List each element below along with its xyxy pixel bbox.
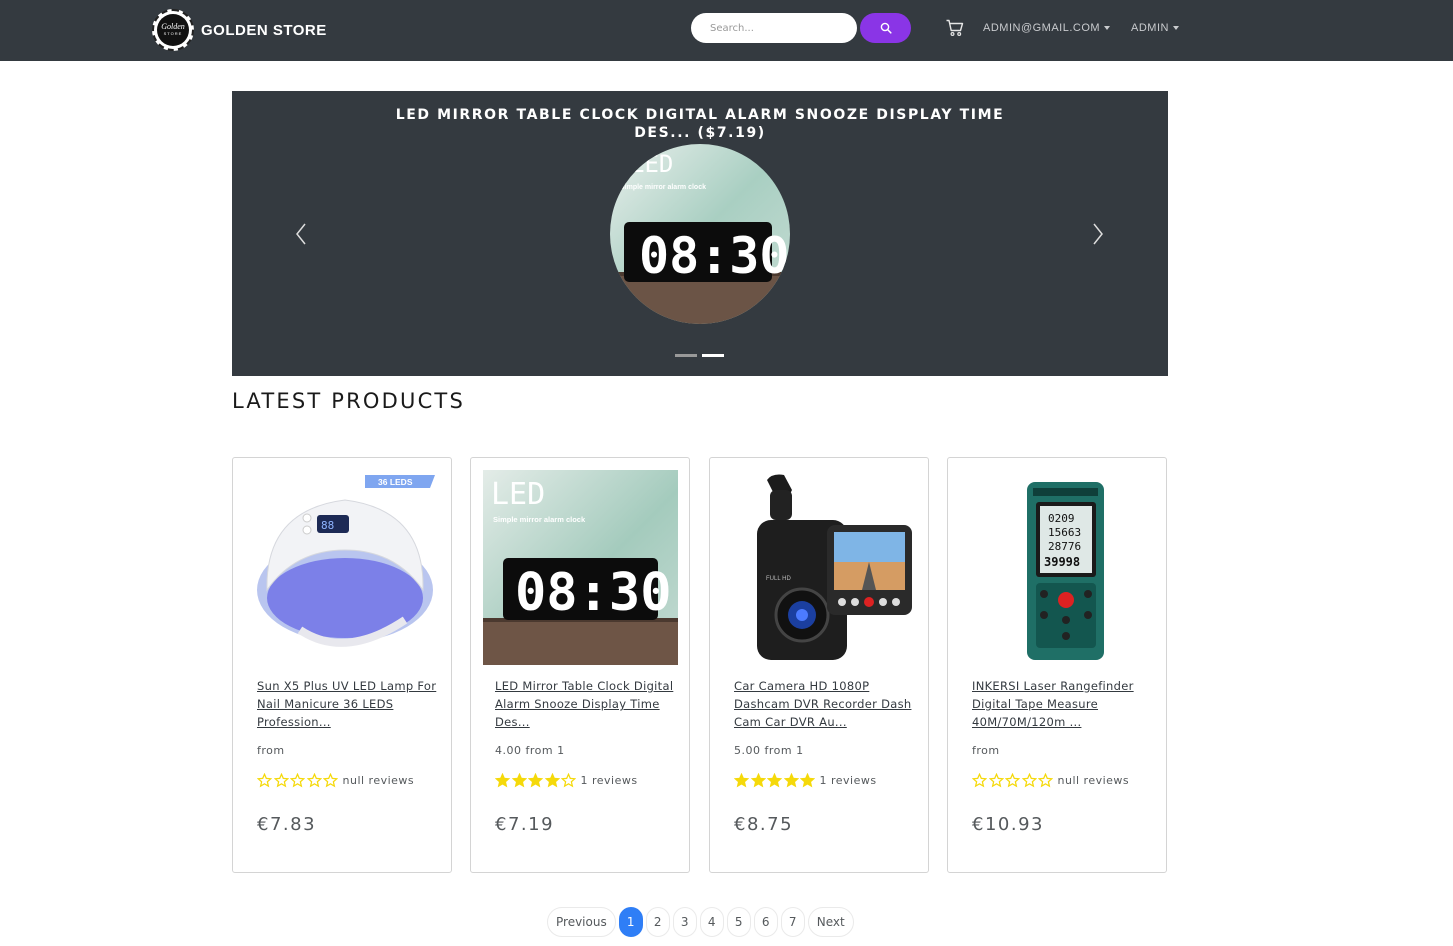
product-card: 36 LEDS 88 Sun X5 Plus UV LED Lamp For N… — [232, 457, 452, 873]
brand-link[interactable]: Golden STORE GOLDEN STORE — [152, 8, 327, 52]
review-count: 1 reviews — [580, 774, 638, 787]
product-card: FULL HD Car Camera HD 1080P Dashcam DVR … — [709, 457, 929, 873]
brand-logo: Golden STORE — [152, 9, 194, 51]
product-card: 0209 15663 28776 39998 INKERSI Laser Ran… — [947, 457, 1167, 873]
chevron-down-icon — [1104, 26, 1111, 30]
carousel-caption[interactable]: LED MIRROR TABLE CLOCK DIGITAL ALARM SNO… — [372, 106, 1028, 142]
search-input[interactable] — [691, 13, 857, 43]
star-filled-icon — [783, 773, 799, 788]
svg-text:Simple mirror alarm clock: Simple mirror alarm clock — [620, 184, 706, 191]
review-count: 1 reviews — [819, 774, 877, 787]
product-card: LED Simple mirror alarm clock 08:30 LED … — [470, 457, 690, 873]
rating-stars: 1 reviews — [734, 773, 877, 788]
rating-stars: null reviews — [257, 773, 414, 788]
pagination-page-7[interactable]: 7 — [780, 907, 805, 937]
rating-summary: from — [257, 744, 285, 757]
logo-text: Golden — [161, 22, 185, 31]
star-empty-icon — [561, 773, 576, 788]
star-empty-icon — [257, 773, 272, 788]
logo-subtext: STORE — [163, 31, 183, 36]
svg-text:08:30: 08:30 — [639, 227, 790, 285]
pagination-page-4[interactable]: 4 — [699, 907, 724, 937]
product-image[interactable]: 36 LEDS 88 — [245, 470, 440, 665]
pagination: Previous 1 2 3 4 5 6 7 Next — [547, 906, 857, 938]
svg-text:36 LEDS: 36 LEDS — [378, 477, 413, 487]
product-price: €8.75 — [734, 814, 794, 835]
pagination-next-button[interactable]: Next — [807, 907, 854, 937]
carousel-indicator[interactable] — [675, 354, 697, 357]
pagination-previous-button[interactable]: Previous — [547, 907, 616, 937]
carousel-indicator-active[interactable] — [702, 354, 724, 357]
user-menu-label: ADMIN@GMAIL.COM — [983, 22, 1101, 34]
admin-menu-dropdown[interactable]: ADMIN — [1131, 22, 1179, 34]
svg-text:LED: LED — [491, 477, 545, 512]
brand-name: GOLDEN STORE — [201, 21, 327, 39]
star-empty-icon — [273, 773, 289, 788]
product-title-link[interactable]: LED Mirror Table Clock Digital Alarm Sno… — [495, 677, 675, 731]
star-filled-icon — [528, 773, 543, 788]
svg-text:Simple mirror alarm clock: Simple mirror alarm clock — [493, 515, 586, 524]
rating-summary: 5.00 from 1 — [734, 744, 804, 757]
top-navbar: Golden STORE GOLDEN STORE ADMIN@GMAIL.CO… — [0, 0, 1453, 61]
star-empty-icon — [306, 773, 322, 788]
product-image[interactable]: LED Simple mirror alarm clock 08:30 — [483, 470, 678, 665]
product-price: €7.19 — [495, 814, 555, 835]
pagination-page-2[interactable]: 2 — [645, 907, 670, 937]
svg-text:LED: LED — [630, 150, 673, 178]
carousel-next-icon[interactable] — [1087, 221, 1107, 247]
svg-text:88: 88 — [321, 519, 334, 532]
carousel-product-image[interactable]: LED Simple mirror alarm clock 08:30 — [610, 144, 790, 324]
review-count: null reviews — [1057, 774, 1130, 787]
svg-text:FULL HD: FULL HD — [766, 576, 791, 582]
product-carousel: LED MIRROR TABLE CLOCK DIGITAL ALARM SNO… — [232, 91, 1168, 376]
star-empty-icon — [988, 773, 1004, 788]
star-empty-icon — [1038, 773, 1053, 788]
search-button[interactable] — [860, 13, 911, 43]
svg-text:39998: 39998 — [1044, 555, 1080, 569]
product-title-link[interactable]: Car Camera HD 1080P Dashcam DVR Recorder… — [734, 677, 914, 731]
rating-stars: 1 reviews — [495, 773, 638, 788]
product-image[interactable]: 0209 15663 28776 39998 — [960, 470, 1155, 665]
cart-icon[interactable] — [945, 18, 965, 38]
rating-stars: null reviews — [972, 773, 1129, 788]
carousel-indicators — [675, 354, 724, 357]
pagination-page-1[interactable]: 1 — [618, 907, 643, 937]
star-filled-icon — [800, 773, 815, 788]
pagination-page-6[interactable]: 6 — [753, 907, 778, 937]
rating-summary: 4.00 from 1 — [495, 744, 565, 757]
admin-menu-label: ADMIN — [1131, 22, 1169, 34]
star-filled-icon — [544, 773, 560, 788]
star-filled-icon — [495, 773, 510, 788]
product-price: €10.93 — [972, 814, 1044, 835]
star-filled-icon — [767, 773, 782, 788]
product-title-link[interactable]: INKERSI Laser Rangefinder Digital Tape M… — [972, 677, 1152, 731]
review-count: null reviews — [342, 774, 415, 787]
product-image[interactable]: FULL HD — [722, 470, 917, 665]
star-empty-icon — [323, 773, 338, 788]
star-filled-icon — [511, 773, 527, 788]
product-title-link[interactable]: Sun X5 Plus UV LED Lamp For Nail Manicur… — [257, 677, 437, 731]
star-empty-icon — [1021, 773, 1037, 788]
chevron-down-icon — [1172, 26, 1179, 30]
star-filled-icon — [750, 773, 766, 788]
product-price: €7.83 — [257, 814, 317, 835]
rating-summary: from — [972, 744, 1000, 757]
svg-text:15663: 15663 — [1048, 526, 1081, 539]
star-empty-icon — [290, 773, 305, 788]
star-empty-icon — [1005, 773, 1020, 788]
section-title: LATEST PRODUCTS — [232, 389, 465, 413]
svg-text:0209: 0209 — [1048, 512, 1075, 525]
pagination-page-5[interactable]: 5 — [726, 907, 751, 937]
user-menu-dropdown[interactable]: ADMIN@GMAIL.COM — [983, 22, 1111, 34]
search-icon — [880, 22, 892, 34]
carousel-prev-icon[interactable] — [292, 221, 312, 247]
pagination-page-3[interactable]: 3 — [672, 907, 697, 937]
svg-text:08:30: 08:30 — [515, 563, 672, 623]
svg-text:28776: 28776 — [1048, 540, 1081, 553]
star-filled-icon — [734, 773, 749, 788]
star-empty-icon — [972, 773, 987, 788]
